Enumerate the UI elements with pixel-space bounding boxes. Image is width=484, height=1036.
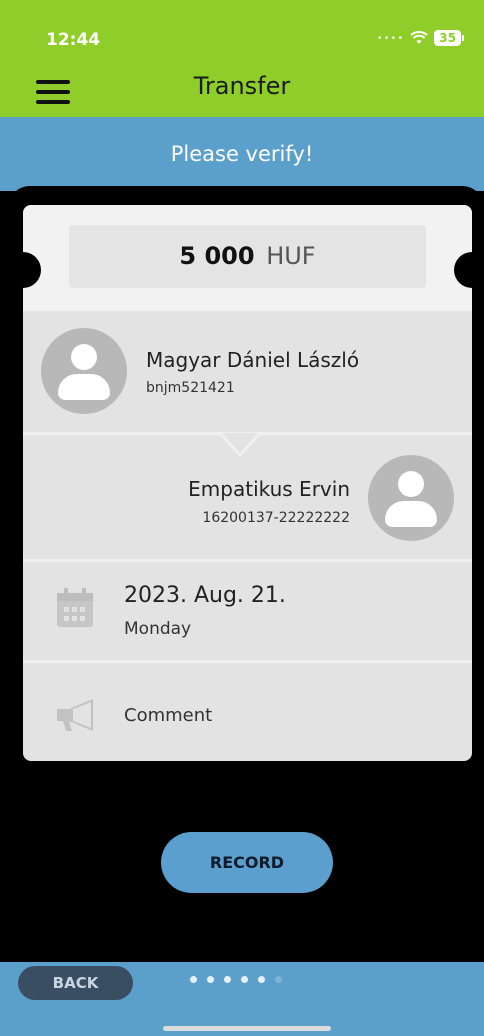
- amount-value: 5 000: [179, 242, 255, 270]
- wifi-icon: [410, 31, 428, 44]
- amount-section: 5 000 HUF: [23, 205, 472, 311]
- signal-icon: ••••: [376, 32, 405, 44]
- recipient-account: 16200137-22222222: [202, 510, 350, 526]
- bottom-bar: BACK: [0, 962, 484, 1036]
- battery-icon: 35: [434, 30, 464, 46]
- sender-name: Magyar Dániel László: [146, 348, 360, 372]
- page-dot: [241, 976, 248, 983]
- recipient-avatar-icon: [368, 455, 454, 541]
- divider: [23, 559, 472, 562]
- page-dot: [275, 976, 282, 983]
- page-dot: [258, 976, 265, 983]
- recipient-name: Empatikus Ervin: [188, 477, 350, 501]
- page-title: Transfer: [193, 72, 291, 100]
- sender-id: bnjm521421: [146, 380, 235, 396]
- page-indicator: [190, 976, 282, 983]
- top-bar: 12:44 •••• 35 Transfer: [0, 0, 484, 117]
- transfer-summary-card: 5 000 HUF Magyar Dániel László bnjm52142…: [23, 205, 472, 761]
- comment-field[interactable]: Comment: [124, 705, 212, 726]
- divider: [23, 660, 472, 663]
- transfer-date: 2023. Aug. 21.: [124, 583, 286, 608]
- page-dot: [190, 976, 197, 983]
- amount-currency: HUF: [266, 242, 316, 270]
- sender-avatar-icon: [41, 328, 127, 414]
- status-time: 12:44: [46, 30, 101, 50]
- record-button[interactable]: RECORD: [161, 832, 333, 893]
- chevron-down-icon: [220, 433, 260, 457]
- ticket-notch-left: [5, 252, 41, 288]
- back-button[interactable]: BACK: [18, 966, 133, 1000]
- home-indicator[interactable]: [163, 1026, 331, 1031]
- battery-level: 35: [434, 30, 461, 46]
- calendar-icon: [57, 588, 93, 627]
- verify-banner: Please verify!: [0, 117, 484, 191]
- megaphone-icon: [57, 699, 93, 731]
- amount-box: 5 000 HUF: [69, 225, 426, 288]
- status-indicators: •••• 35: [377, 30, 464, 46]
- transfer-weekday: Monday: [124, 619, 192, 639]
- page-dot: [224, 976, 231, 983]
- ticket-notch-right: [454, 252, 484, 288]
- page-dot: [207, 976, 214, 983]
